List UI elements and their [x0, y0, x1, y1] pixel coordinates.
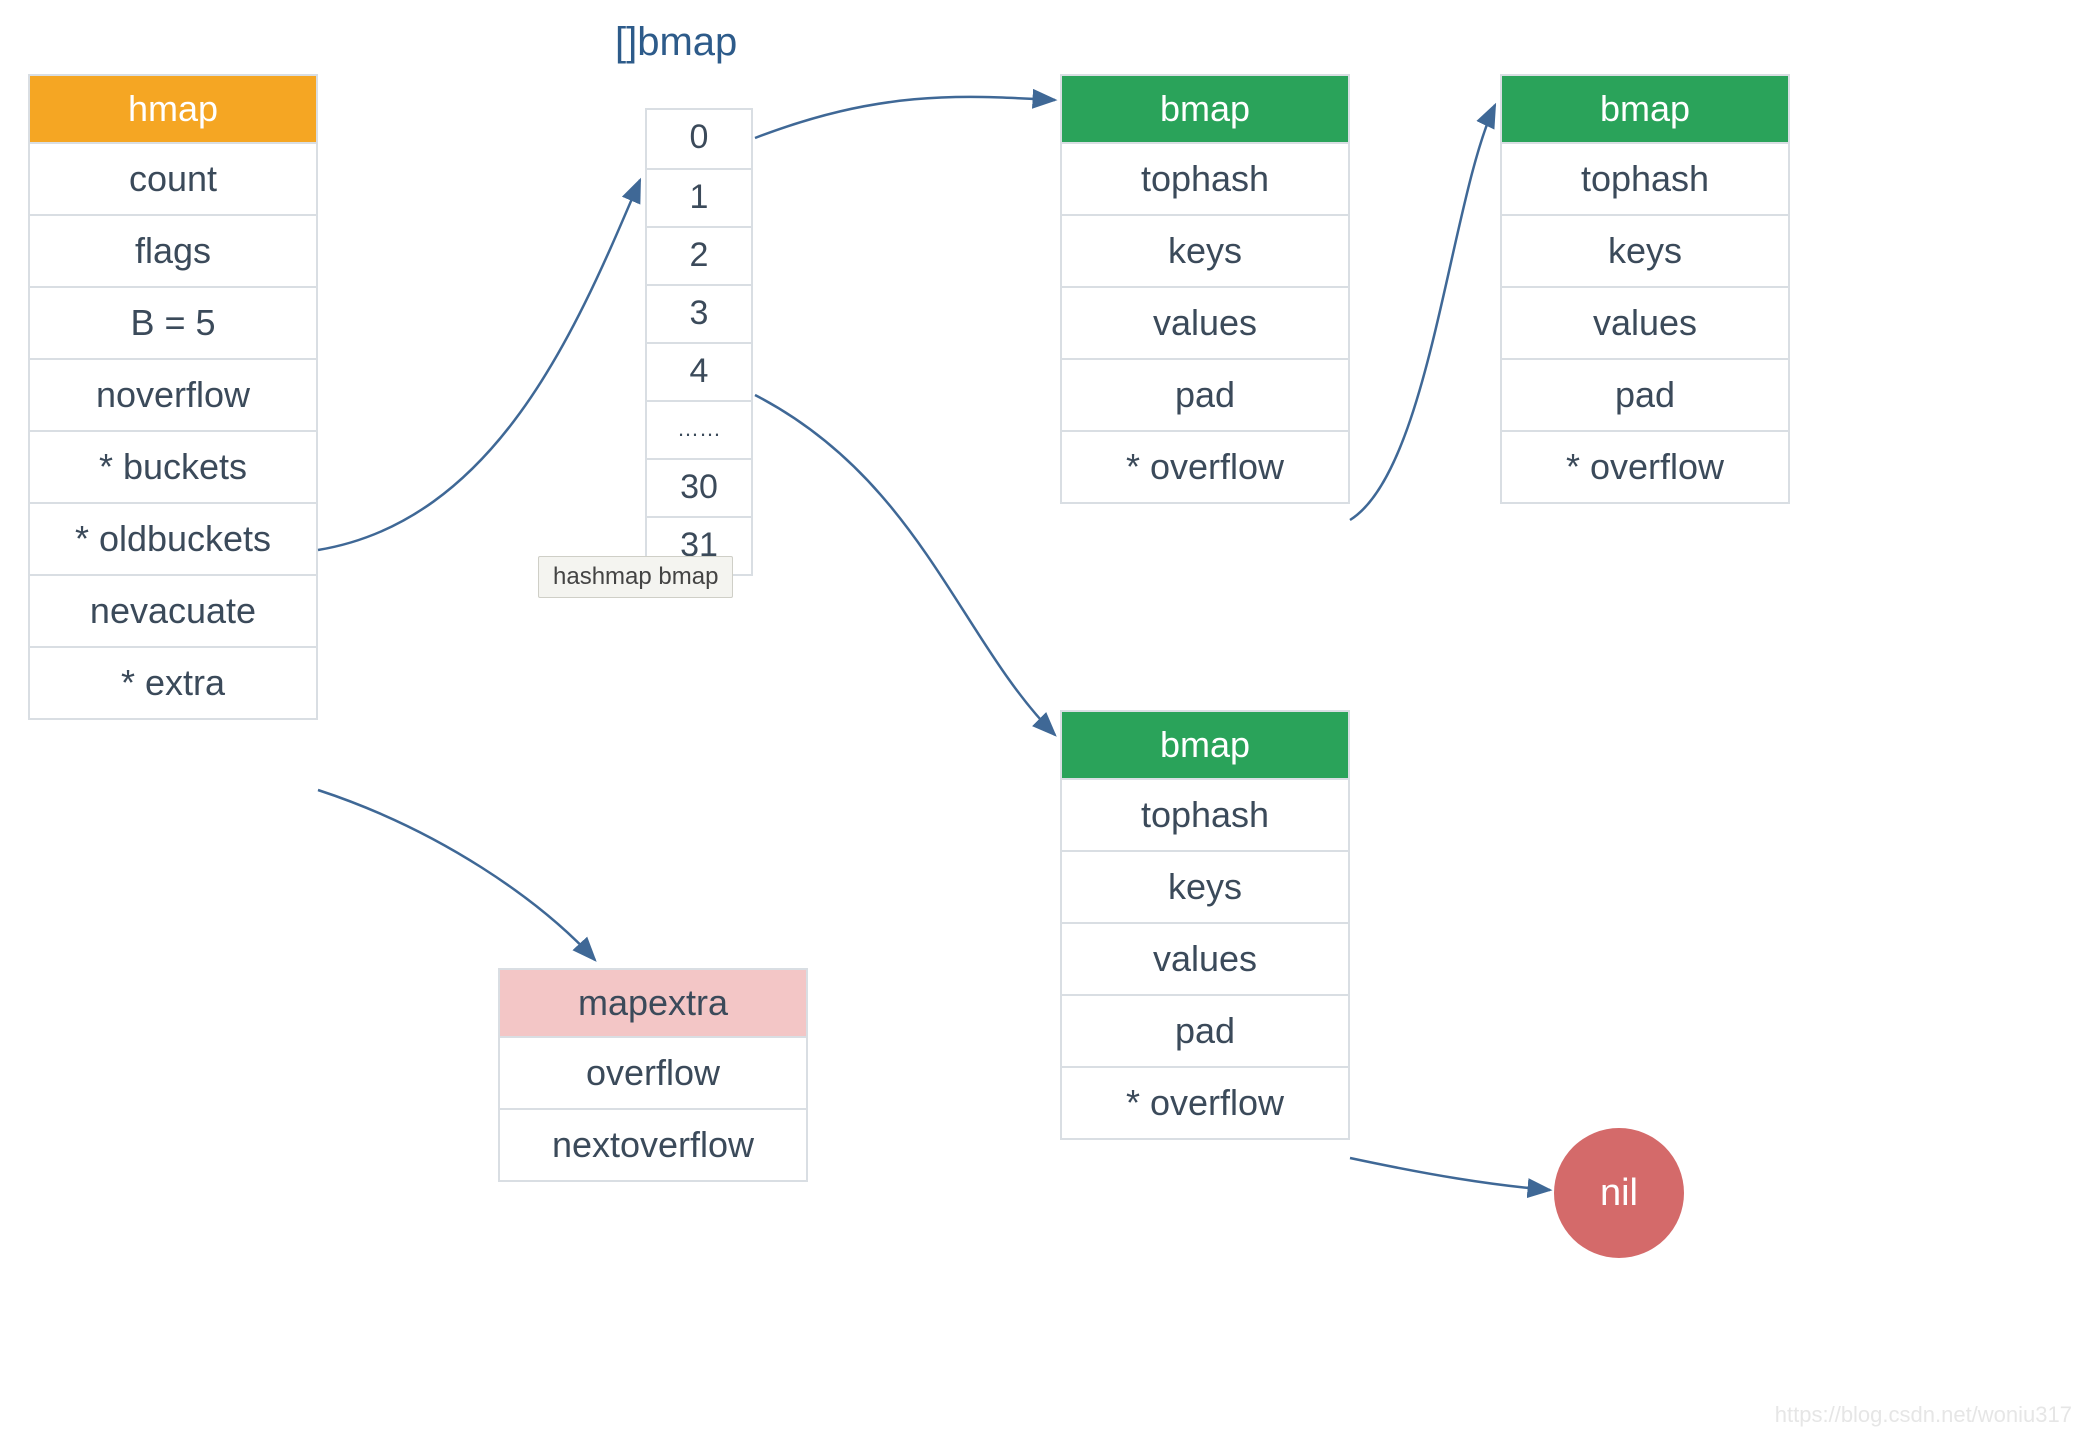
bmap2-field: pad [1502, 358, 1788, 430]
array-cell: 3 [647, 284, 751, 342]
hmap-field-buckets: * buckets [30, 430, 316, 502]
arrow-bmap1-overflow-to-bmap2 [1350, 105, 1495, 520]
bmap1-field: pad [1062, 358, 1348, 430]
nil-label: nil [1600, 1172, 1638, 1215]
array-cell-4: 4 [647, 342, 751, 400]
hmap-field-extra: * extra [30, 646, 316, 718]
hmap-field: nevacuate [30, 574, 316, 646]
bmap1-field: tophash [1062, 142, 1348, 214]
bmap1-field-overflow: * overflow [1062, 430, 1348, 502]
hmap-title: hmap [30, 76, 316, 142]
bmap-struct-3: bmap tophash keys values pad * overflow [1060, 710, 1350, 1140]
array-cell: 1 [647, 168, 751, 226]
bmap2-field: values [1502, 286, 1788, 358]
arrow-array0-to-bmap1 [755, 97, 1055, 138]
hmap-field: * oldbuckets [30, 502, 316, 574]
bmap-struct-1: bmap tophash keys values pad * overflow [1060, 74, 1350, 504]
mapextra-struct: mapextra overflow nextoverflow [498, 968, 808, 1182]
bmap3-field: values [1062, 922, 1348, 994]
bmap1-field: values [1062, 286, 1348, 358]
arrow-buckets-to-array [318, 180, 640, 550]
bmap1-title: bmap [1062, 76, 1348, 142]
bmap-struct-2: bmap tophash keys values pad * overflow [1500, 74, 1790, 504]
watermark: https://blog.csdn.net/woniu317 [1775, 1402, 2072, 1428]
arrow-array4-to-bmap3 [755, 395, 1055, 735]
array-label: []bmap [615, 20, 737, 65]
hmap-field: count [30, 142, 316, 214]
array-cell-0: 0 [647, 110, 751, 168]
mapextra-field: nextoverflow [500, 1108, 806, 1180]
nil-node: nil [1554, 1128, 1684, 1258]
hmap-struct: hmap count flags B = 5 noverflow * bucke… [28, 74, 318, 720]
array-cell: 2 [647, 226, 751, 284]
bmap2-field-overflow: * overflow [1502, 430, 1788, 502]
bmap1-field: keys [1062, 214, 1348, 286]
bmap2-field: keys [1502, 214, 1788, 286]
bmap3-field: tophash [1062, 778, 1348, 850]
bucket-array: 0 1 2 3 4 …… 30 31 [645, 108, 753, 576]
bmap3-field: keys [1062, 850, 1348, 922]
mapextra-field: overflow [500, 1036, 806, 1108]
mapextra-title: mapextra [500, 970, 806, 1036]
bmap3-title: bmap [1062, 712, 1348, 778]
arrow-extra-to-mapextra [318, 790, 595, 960]
bmap2-title: bmap [1502, 76, 1788, 142]
bmap3-field-overflow: * overflow [1062, 1066, 1348, 1138]
hmap-field: B = 5 [30, 286, 316, 358]
array-cell: …… [647, 400, 751, 458]
array-cell: 30 [647, 458, 751, 516]
tooltip-hashmap-bmap: hashmap bmap [538, 556, 733, 598]
arrow-bmap3-overflow-to-nil [1350, 1158, 1550, 1190]
hmap-field: flags [30, 214, 316, 286]
bmap2-field: tophash [1502, 142, 1788, 214]
hmap-field: noverflow [30, 358, 316, 430]
bmap3-field: pad [1062, 994, 1348, 1066]
